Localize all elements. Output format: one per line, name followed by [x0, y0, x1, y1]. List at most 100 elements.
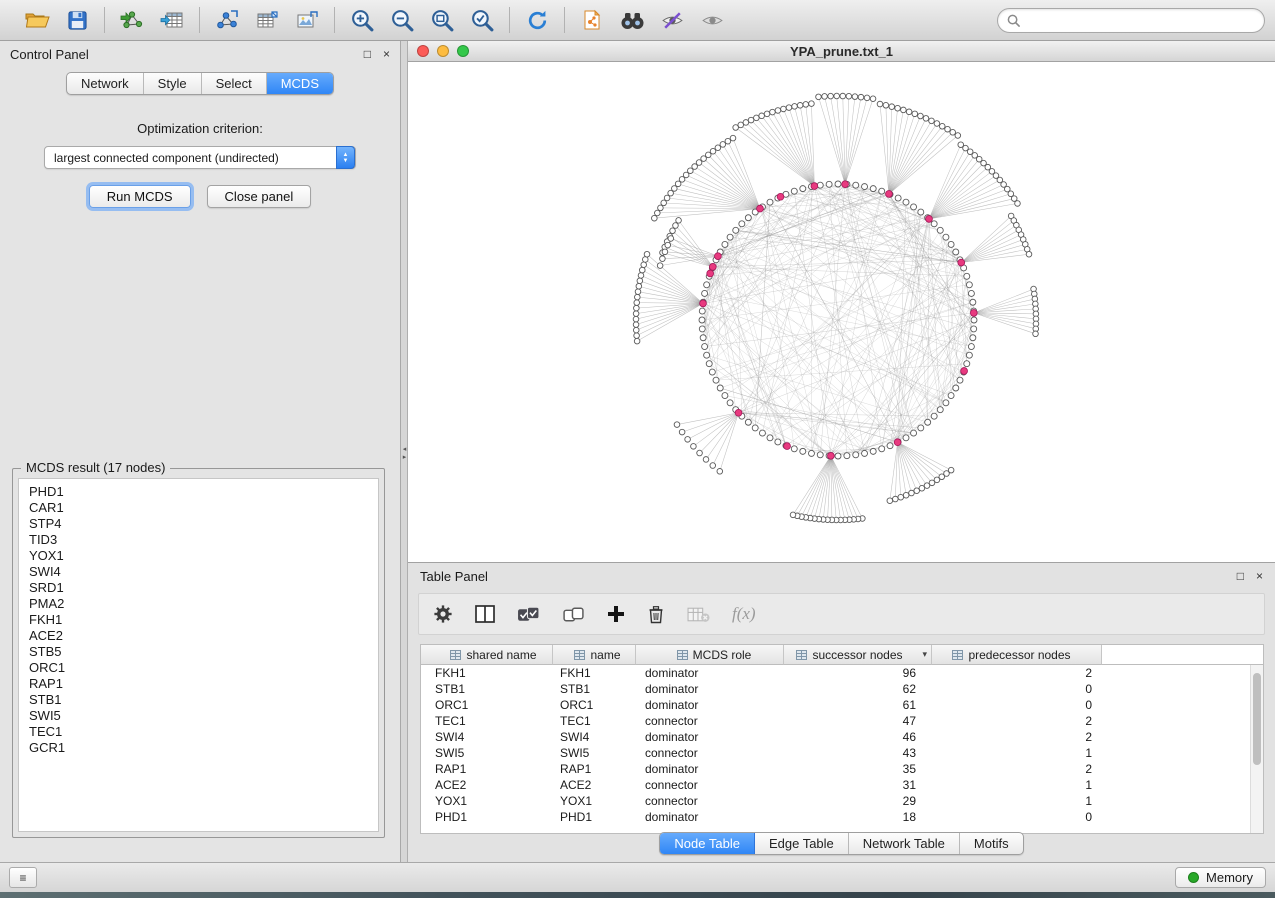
tab-network[interactable]: Network — [67, 73, 144, 94]
result-node-item[interactable]: ORC1 — [29, 660, 378, 676]
result-node-item[interactable]: SRD1 — [29, 580, 378, 596]
apply-layout-button[interactable] — [521, 4, 553, 36]
run-mcds-button[interactable]: Run MCDS — [89, 185, 191, 208]
zoom-fit-button[interactable] — [426, 4, 458, 36]
create-column-button[interactable] — [607, 605, 625, 623]
show-panels-menu-button[interactable]: ≡ — [9, 867, 37, 888]
result-node-item[interactable]: CAR1 — [29, 500, 378, 516]
result-node-item[interactable]: GCR1 — [29, 740, 378, 756]
result-node-item[interactable]: SWI4 — [29, 564, 378, 580]
table-cell: 1 — [932, 745, 1102, 761]
table-cell: 0 — [932, 697, 1102, 713]
open-file-button[interactable] — [21, 4, 53, 36]
deselect-all-button[interactable] — [562, 605, 585, 624]
table-row[interactable]: SWI4SWI4dominator462 — [421, 729, 1263, 745]
close-panel-button[interactable]: Close panel — [207, 185, 312, 208]
close-window-icon[interactable] — [417, 45, 429, 57]
result-node-item[interactable]: STB1 — [29, 692, 378, 708]
search-input[interactable] — [1026, 12, 1255, 28]
column-header-predecessor-nodes[interactable]: predecessor nodes — [932, 645, 1102, 665]
table-row[interactable]: YOX1YOX1connector291 — [421, 793, 1263, 809]
network-canvas[interactable] — [408, 62, 1275, 562]
chevron-down-icon: ▾ — [922, 649, 927, 660]
result-node-item[interactable]: SWI5 — [29, 708, 378, 724]
close-table-panel-icon[interactable]: × — [1256, 570, 1263, 582]
save-session-button[interactable] — [61, 4, 93, 36]
column-header-shared-name[interactable]: shared name — [421, 645, 553, 665]
tab-edge-table[interactable]: Edge Table — [755, 833, 849, 854]
float-panel-icon[interactable]: □ — [364, 48, 371, 60]
table-row[interactable]: TEC1TEC1connector472 — [421, 713, 1263, 729]
tab-select[interactable]: Select — [202, 73, 267, 94]
table-row[interactable]: STB1STB1dominator620 — [421, 681, 1263, 697]
table-cell: connector — [636, 713, 784, 729]
show-all-button[interactable] — [696, 4, 728, 36]
import-network-button[interactable] — [116, 4, 148, 36]
delete-table-icon — [687, 606, 710, 623]
table-row[interactable]: ACE2ACE2connector311 — [421, 777, 1263, 793]
copy-style-button[interactable] — [576, 4, 608, 36]
result-node-item[interactable]: TEC1 — [29, 724, 378, 740]
result-node-item[interactable]: RAP1 — [29, 676, 378, 692]
table-cell: 62 — [784, 681, 932, 697]
table-cell: dominator — [636, 761, 784, 777]
table-row[interactable]: FKH1FKH1dominator962 — [421, 665, 1263, 681]
result-node-item[interactable]: PMA2 — [29, 596, 378, 612]
network-graph[interactable] — [408, 62, 1275, 562]
tab-mcds[interactable]: MCDS — [267, 73, 333, 94]
vertical-splitter[interactable]: ◂▸ — [401, 41, 408, 862]
select-all-button[interactable] — [517, 605, 540, 624]
result-node-item[interactable]: TID3 — [29, 532, 378, 548]
zoom-selected-button[interactable] — [466, 4, 498, 36]
zoom-out-button[interactable] — [386, 4, 418, 36]
network-search-field[interactable] — [997, 8, 1265, 33]
column-header-name[interactable]: name — [553, 645, 636, 665]
table-cell: PHD1 — [553, 809, 636, 825]
table-row[interactable]: ORC1ORC1dominator610 — [421, 697, 1263, 713]
control-panel-tabs: Network Style Select MCDS — [0, 72, 400, 95]
result-node-item[interactable]: YOX1 — [29, 548, 378, 564]
close-panel-icon[interactable]: × — [383, 48, 390, 60]
result-node-item[interactable]: STP4 — [29, 516, 378, 532]
float-table-panel-icon[interactable]: □ — [1237, 570, 1244, 582]
memory-button[interactable]: Memory — [1175, 867, 1266, 888]
table-cell: FKH1 — [421, 665, 553, 681]
scrollbar-thumb[interactable] — [1253, 673, 1261, 765]
show-columns-button[interactable] — [475, 605, 495, 623]
tab-network-table[interactable]: Network Table — [849, 833, 960, 854]
table-cell: connector — [636, 777, 784, 793]
zoom-in-icon — [350, 8, 375, 33]
hide-selected-button[interactable] — [656, 4, 688, 36]
table-cell: TEC1 — [553, 713, 636, 729]
column-header-successor-nodes[interactable]: successor nodes▾ — [784, 645, 932, 665]
export-network-button[interactable] — [211, 4, 243, 36]
criterion-dropdown[interactable]: largest connected component (undirected)… — [44, 146, 356, 169]
result-node-item[interactable]: FKH1 — [29, 612, 378, 628]
table-settings-button[interactable] — [433, 604, 453, 624]
splitter-grip-icon[interactable]: ◂▸ — [401, 446, 408, 462]
network-window-titlebar[interactable]: YPA_prune.txt_1 — [408, 41, 1275, 62]
result-node-item[interactable]: PHD1 — [29, 484, 378, 500]
mcds-result-title: MCDS result (17 nodes) — [21, 460, 170, 475]
delete-column-button[interactable] — [647, 604, 665, 625]
result-node-item[interactable]: ACE2 — [29, 628, 378, 644]
import-table-button[interactable] — [156, 4, 188, 36]
export-image-button[interactable] — [291, 4, 323, 36]
table-row[interactable]: SWI5SWI5connector431 — [421, 745, 1263, 761]
maximize-window-icon[interactable] — [457, 45, 469, 57]
table-scrollbar[interactable] — [1250, 665, 1263, 833]
export-table-button[interactable] — [251, 4, 283, 36]
tab-node-table[interactable]: Node Table — [660, 833, 755, 854]
zoom-in-button[interactable] — [346, 4, 378, 36]
tab-motifs[interactable]: Motifs — [960, 833, 1023, 854]
table-row[interactable]: RAP1RAP1dominator352 — [421, 761, 1263, 777]
result-node-item[interactable]: STB5 — [29, 644, 378, 660]
table-cell: ORC1 — [421, 697, 553, 713]
mcds-result-list[interactable]: PHD1CAR1STP4TID3YOX1SWI4SRD1PMA2FKH1ACE2… — [18, 478, 379, 832]
column-header-mcds-role[interactable]: MCDS role — [636, 645, 784, 665]
table-row[interactable]: PHD1PHD1dominator180 — [421, 809, 1263, 825]
node-table-header: shared namenameMCDS rolesuccessor nodes▾… — [421, 645, 1263, 665]
minimize-window-icon[interactable] — [437, 45, 449, 57]
search-network-button[interactable] — [616, 4, 648, 36]
tab-style[interactable]: Style — [144, 73, 202, 94]
